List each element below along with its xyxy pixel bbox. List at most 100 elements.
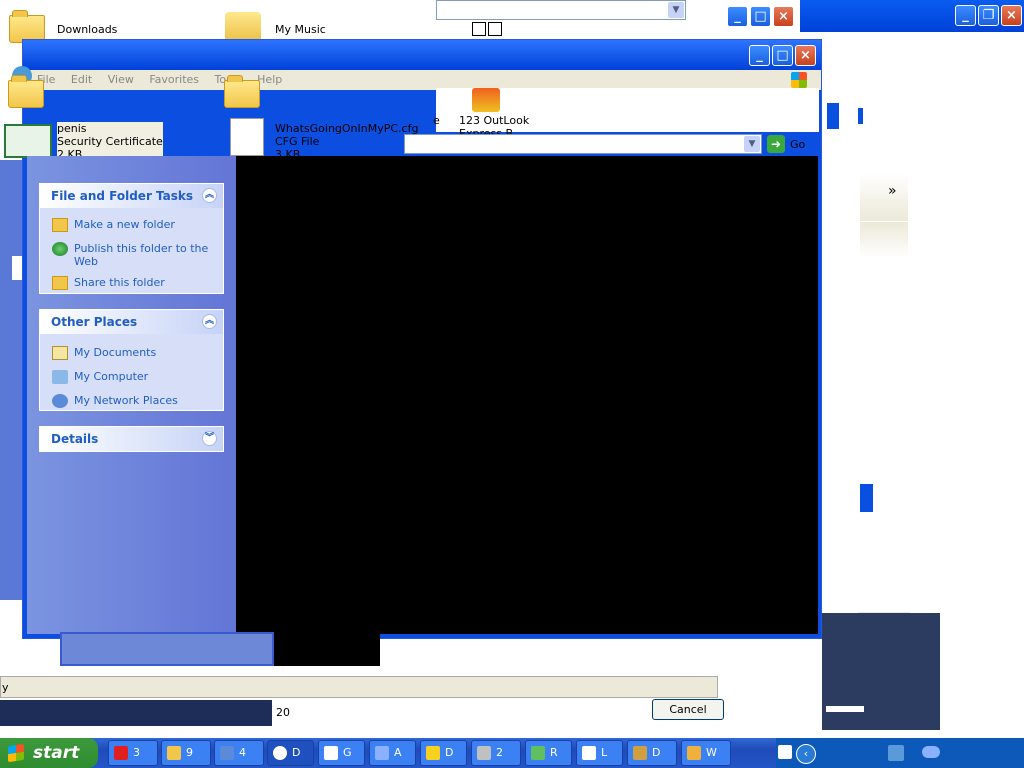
network-icon <box>220 746 234 760</box>
folder-icon <box>8 75 44 108</box>
taskbar-button[interactable]: D <box>420 740 467 766</box>
double-chevron-icon[interactable]: » <box>888 183 897 199</box>
stray-text: 20 <box>276 706 290 719</box>
panel-title: File and Folder Tasks <box>51 189 194 203</box>
taskbar-button[interactable]: 9 <box>161 740 211 766</box>
icon-label[interactable]: My Music <box>275 23 326 36</box>
title-bar[interactable] <box>23 40 821 70</box>
taskbar-button[interactable]: R <box>525 740 572 766</box>
disc-icon <box>273 746 287 760</box>
app-icon <box>375 746 389 760</box>
expand-chevron-icon[interactable]: ︾ <box>202 431 217 446</box>
address-bar[interactable] <box>404 134 762 154</box>
shield-icon <box>687 746 701 760</box>
menu-view[interactable]: View <box>102 70 140 89</box>
icon-label[interactable]: Downloads <box>57 23 117 36</box>
taskbar-button[interactable]: 2 <box>471 740 521 766</box>
cancel-button[interactable]: Cancel <box>652 699 724 720</box>
file-folder-tasks-panel: File and Folder Tasks ︽ Make a new folde… <box>39 183 224 294</box>
run-icon <box>531 746 545 760</box>
toolbar-extender <box>860 173 908 221</box>
certificate-icon[interactable] <box>4 124 52 158</box>
panel-title: Other Places <box>51 315 138 329</box>
menu-bar: File Edit View Favorites Tools Help <box>23 70 821 90</box>
keyboard-icon[interactable] <box>778 745 792 759</box>
taskbar-button[interactable]: 4 <box>214 740 264 766</box>
menu-favorites[interactable]: Favorites <box>143 70 205 89</box>
new-folder-icon <box>52 218 68 232</box>
taskbar-button[interactable]: D <box>267 740 314 766</box>
collapse-chevron-icon[interactable]: ︽ <box>202 188 217 203</box>
artifact-left-white <box>12 256 22 280</box>
details-panel: Details ︾ <box>39 426 224 452</box>
windows-logo-icon <box>791 72 807 88</box>
taskbar: start 3 9 4 D G A D 2 R L D W ‹ <box>0 738 1024 768</box>
windows-flag-icon <box>8 743 24 763</box>
tool-icon <box>477 746 491 760</box>
grid-icon <box>324 746 338 760</box>
address-strip-top <box>436 0 686 20</box>
task-make-new-folder[interactable]: Make a new folder <box>40 216 223 236</box>
share-folder-icon <box>52 276 68 290</box>
taskbar-button[interactable]: G <box>318 740 365 766</box>
taskbar-button[interactable]: 3 <box>108 740 158 766</box>
taskbar-button[interactable]: D <box>627 740 677 766</box>
stray-text: y <box>2 681 9 694</box>
folder-icon <box>224 75 260 108</box>
minimize-button-right[interactable]: _ <box>955 5 976 26</box>
panel-header[interactable]: File and Folder Tasks ︽ <box>40 184 223 208</box>
panel-title: Details <box>51 432 99 446</box>
task-publish-folder[interactable]: Publish this folder to the Web <box>40 240 223 270</box>
shortcut-icon <box>488 22 502 36</box>
x-icon <box>426 746 440 760</box>
place-my-documents[interactable]: My Documents <box>40 344 223 364</box>
task-sidebar: File and Folder Tasks ︽ Make a new folde… <box>27 156 236 634</box>
maximize-button[interactable]: □ <box>750 6 771 27</box>
artifact-left-strip <box>0 160 22 600</box>
place-my-computer[interactable]: My Computer <box>40 368 223 388</box>
computer-icon <box>52 370 68 384</box>
artifact-blue-bar <box>860 484 873 512</box>
place-my-network-places[interactable]: My Network Places <box>40 392 223 412</box>
close-button[interactable]: × <box>773 6 794 27</box>
taskbar-button[interactable]: L <box>576 740 623 766</box>
artifact-dark-right <box>822 613 940 730</box>
cfg-file-icon[interactable] <box>230 118 264 156</box>
folder-icon <box>167 746 181 760</box>
restore-button-right[interactable]: ❐ <box>978 5 999 26</box>
menu-edit[interactable]: Edit <box>65 70 98 89</box>
address-dropdown-icon[interactable]: ▼ <box>744 136 760 152</box>
start-button[interactable]: start <box>0 738 98 768</box>
artifact-lower-window <box>60 632 274 666</box>
minimize-button[interactable]: _ <box>727 6 748 27</box>
close-button-right[interactable]: × <box>1001 5 1022 26</box>
artifact-white-line <box>826 706 864 712</box>
panel-header[interactable]: Details ︾ <box>40 427 223 451</box>
minimize-button[interactable]: _ <box>749 45 770 66</box>
tray-eyes-icon[interactable] <box>922 746 940 758</box>
artifact-status-bar <box>0 676 718 698</box>
go-arrow-icon[interactable]: ➜ <box>767 135 785 153</box>
outlook-backup-icon[interactable] <box>472 88 500 112</box>
system-tray: ‹ <box>776 738 1024 768</box>
maximize-button[interactable]: □ <box>772 45 793 66</box>
taskbar-button[interactable]: A <box>369 740 416 766</box>
tray-network-icon[interactable] <box>888 745 904 761</box>
window-icon <box>582 746 596 760</box>
artifact-blue-small <box>858 108 863 124</box>
artifact-blue-left <box>827 103 839 129</box>
other-places-panel: Other Places ︽ My Documents My Computer … <box>39 309 224 411</box>
panel-header[interactable]: Other Places ︽ <box>40 310 223 334</box>
bug-icon <box>633 746 647 760</box>
go-button[interactable]: Go <box>790 138 805 151</box>
network-icon <box>52 394 68 408</box>
show-hidden-icons-button[interactable]: ‹ <box>796 744 816 764</box>
close-button[interactable]: × <box>795 45 816 66</box>
shortcut-icon <box>472 22 486 36</box>
collapse-chevron-icon[interactable]: ︽ <box>202 314 217 329</box>
artifact-black-block <box>274 634 380 666</box>
dropdown-arrow-icon[interactable]: ▼ <box>668 2 684 18</box>
taskbar-button[interactable]: W <box>681 740 731 766</box>
task-share-folder[interactable]: Share this folder <box>40 274 223 294</box>
shield-icon <box>114 746 128 760</box>
